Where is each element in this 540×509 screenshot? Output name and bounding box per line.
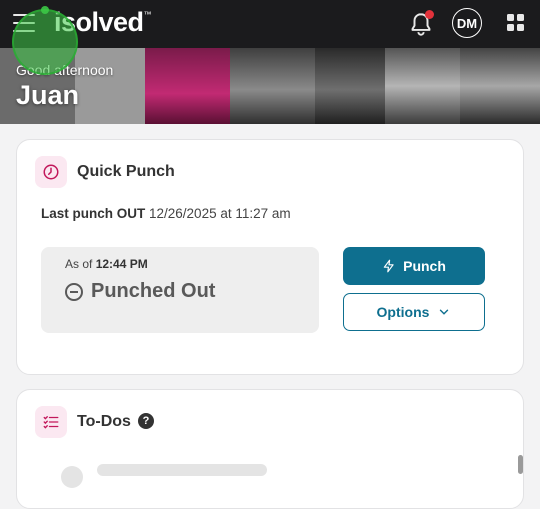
clock-icon	[35, 156, 67, 188]
touch-indicator-dot	[41, 6, 49, 14]
last-punch-info: Last punch OUT 12/26/2025 at 11:27 am	[41, 206, 291, 221]
options-button[interactable]: Options	[343, 293, 485, 331]
help-icon[interactable]: ?	[138, 413, 154, 429]
todos-card: To-Dos ?	[16, 389, 524, 509]
quick-punch-title: Quick Punch	[77, 163, 175, 180]
last-punch-value: 12/26/2025 at 11:27 am	[149, 206, 291, 221]
punch-button[interactable]: Punch	[343, 247, 485, 285]
todo-item-preview[interactable]	[97, 464, 267, 476]
as-of-time: As of 12:44 PM	[65, 257, 148, 271]
todo-item-avatar	[61, 466, 83, 488]
minus-circle-icon	[65, 282, 83, 301]
lightning-icon	[383, 259, 394, 273]
punch-status-box: As of 12:44 PM Punched Out	[41, 247, 319, 333]
punch-status: Punched Out	[65, 280, 215, 303]
notification-badge	[425, 10, 434, 19]
quick-punch-card: Quick Punch Last punch OUT 12/26/2025 at…	[16, 139, 524, 375]
top-bar: isolved™ DM	[0, 0, 540, 48]
last-punch-label: Last punch OUT	[41, 206, 146, 221]
todos-title: To-Dos	[77, 413, 131, 430]
chevron-down-icon	[440, 309, 449, 315]
user-name: Juan	[16, 80, 80, 110]
apps-grid-icon[interactable]	[507, 14, 525, 32]
punch-status-text: Punched Out	[91, 280, 216, 302]
scrollbar[interactable]	[518, 455, 523, 474]
checklist-icon	[35, 406, 67, 438]
touch-indicator	[12, 9, 78, 75]
greeting-banner	[0, 48, 540, 124]
user-avatar[interactable]: DM	[452, 8, 482, 38]
